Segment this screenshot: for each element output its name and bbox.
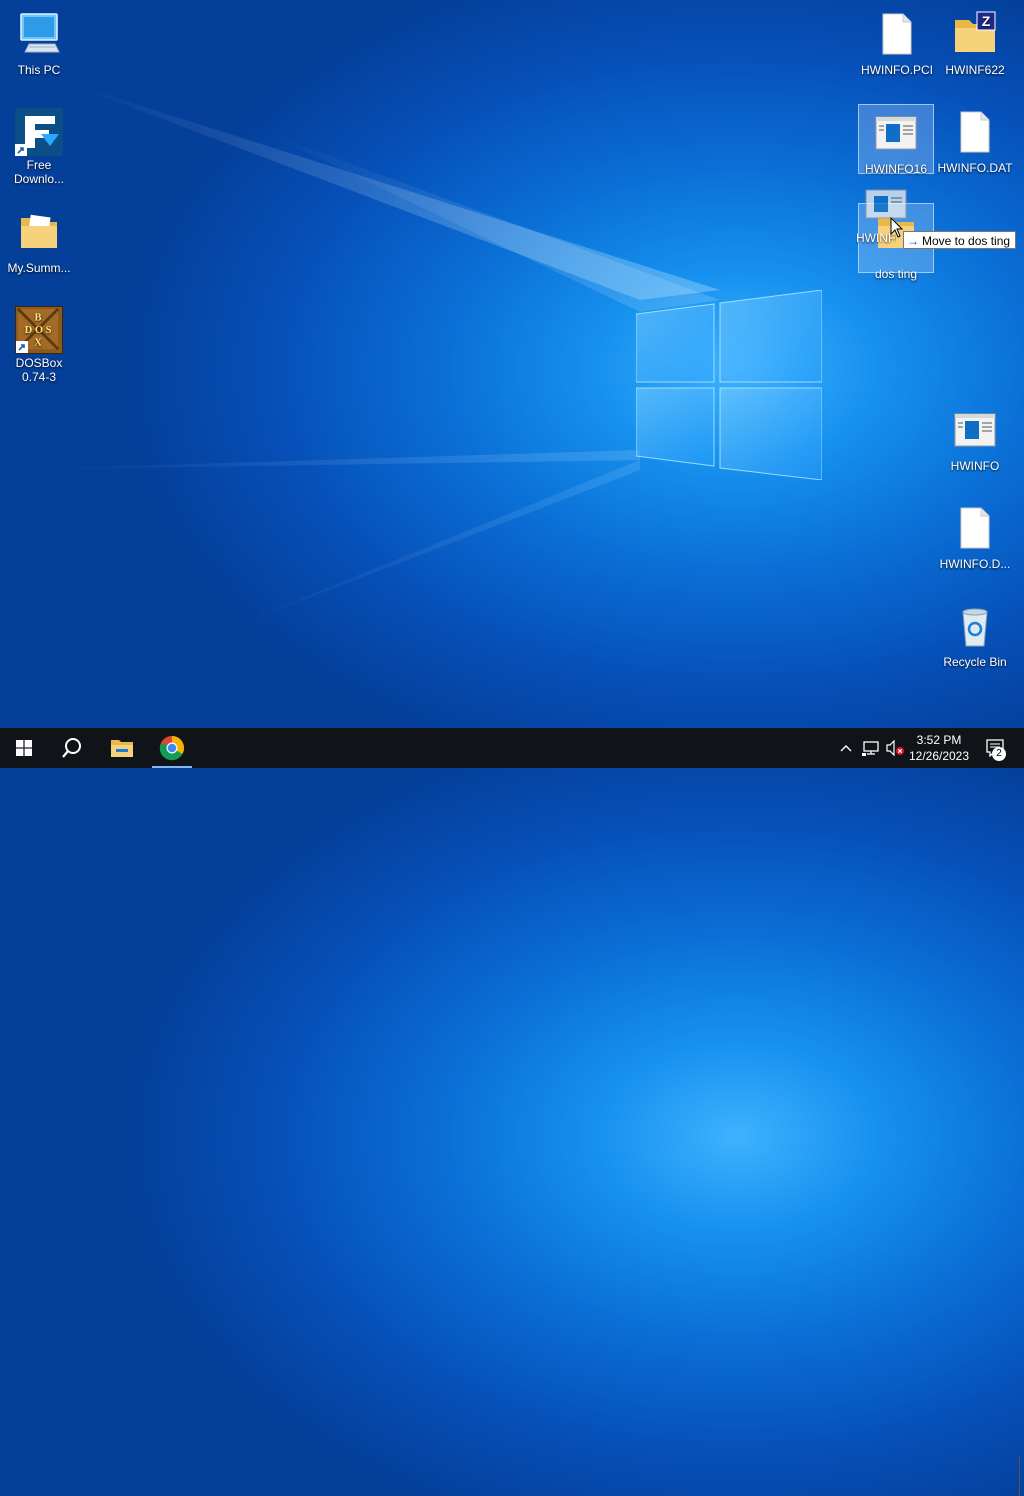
desktop-icon-label: HWINF622 bbox=[945, 63, 1005, 77]
zip-folder-icon: Z bbox=[955, 11, 996, 52]
chevron-up-icon bbox=[840, 745, 852, 752]
desktop-icon-recycle-bin[interactable]: Recycle Bin bbox=[937, 598, 1013, 669]
shortcut-arrow-icon bbox=[15, 144, 27, 156]
tray-chevron-button[interactable] bbox=[836, 728, 856, 768]
search-icon bbox=[62, 738, 81, 758]
chrome-button[interactable] bbox=[148, 728, 196, 768]
desktop-icon-label: dos ting bbox=[874, 267, 918, 281]
network-icon bbox=[862, 741, 879, 756]
file-icon bbox=[960, 507, 990, 549]
desktop-icon-label: Recycle Bin bbox=[943, 655, 1007, 669]
file-icon bbox=[960, 111, 990, 153]
desktop-icon-label: HWINFO.DAT bbox=[937, 161, 1013, 175]
desktop-icon-hwinfo[interactable]: HWINFO bbox=[937, 402, 1013, 473]
tray-network-button[interactable] bbox=[860, 728, 882, 768]
app-window-icon bbox=[954, 413, 996, 447]
desktop-icon-label: HWINFO bbox=[950, 459, 1000, 473]
clock-time: 3:52 PM bbox=[916, 733, 962, 747]
drag-tooltip: → Move to dos ting bbox=[903, 231, 1017, 249]
search-button[interactable] bbox=[48, 728, 96, 768]
file-icon bbox=[882, 13, 912, 55]
tray-volume-button[interactable] bbox=[884, 728, 906, 768]
show-desktop-button[interactable] bbox=[1019, 1456, 1024, 1496]
desktop-icon-hwinfo-dat[interactable]: HWINFO.DAT bbox=[937, 104, 1013, 175]
svg-text:X: X bbox=[34, 337, 42, 348]
free-download-manager-icon bbox=[15, 108, 63, 156]
taskbar: 3:52 PM 12/26/2023 bbox=[0, 728, 1024, 1496]
desktop-icon-hwinfo-d[interactable]: HWINFO.D... bbox=[937, 500, 1013, 571]
dosbox-icon: B D O S X bbox=[15, 306, 63, 354]
recycle-bin-icon bbox=[962, 608, 988, 647]
computer-icon bbox=[20, 13, 60, 53]
desktop-icon-label: HWINFO.PCI bbox=[861, 63, 933, 77]
desktop-icon-free-download-manager[interactable]: Free Downlo... bbox=[1, 104, 77, 190]
desktop-icon-hwinfo16[interactable]: HWINFO16 bbox=[858, 104, 934, 176]
folder-icon bbox=[21, 214, 57, 248]
desktop-icon-label: DOSBox 0.74-3 bbox=[15, 356, 63, 384]
arrow-right-icon: → bbox=[907, 234, 919, 248]
chrome-icon bbox=[159, 735, 185, 761]
desktop-icon-hwinf622[interactable]: Z HWINF622 bbox=[937, 6, 1013, 77]
taskbar-clock[interactable]: 3:52 PM 12/26/2023 bbox=[904, 728, 974, 768]
windows-logo-icon bbox=[16, 740, 32, 756]
shortcut-arrow-icon bbox=[16, 341, 28, 353]
drag-tooltip-text: Move to dos ting bbox=[922, 234, 1011, 248]
desktop-icon-this-pc[interactable]: This PC bbox=[1, 6, 77, 77]
mouse-cursor-icon bbox=[890, 217, 904, 238]
app-window-icon bbox=[875, 116, 917, 150]
folder-icon bbox=[111, 740, 133, 757]
svg-text:B: B bbox=[35, 312, 42, 323]
desktop-icon-my-summ[interactable]: My.Summ... bbox=[1, 204, 77, 275]
desktop-icon-label: My.Summ... bbox=[7, 261, 71, 275]
desktop-icon-hwinfo-pci[interactable]: HWINFO.PCI bbox=[859, 6, 935, 77]
desktop[interactable]: This PC Free Downlo... My.Summ... B D O … bbox=[0, 0, 1024, 728]
notification-count-badge: 2 bbox=[992, 747, 1006, 761]
desktop-icon-dosbox[interactable]: B D O S X DOSBox 0.74-3 bbox=[1, 302, 77, 388]
desktop-icon-label: HWINFO.D... bbox=[939, 557, 1011, 571]
svg-text:D O S: D O S bbox=[25, 325, 52, 336]
clock-date: 12/26/2023 bbox=[908, 749, 970, 763]
desktop-icon-label: Free Downlo... bbox=[13, 158, 65, 186]
start-button[interactable] bbox=[0, 728, 48, 768]
desktop-icon-label: HWINFO16 bbox=[864, 162, 927, 176]
file-explorer-button[interactable] bbox=[98, 728, 146, 768]
svg-text:Z: Z bbox=[982, 13, 991, 29]
wallpaper-windows-logo bbox=[636, 290, 822, 480]
desktop-icon-label: This PC bbox=[17, 63, 61, 77]
volume-muted-icon bbox=[886, 740, 904, 756]
